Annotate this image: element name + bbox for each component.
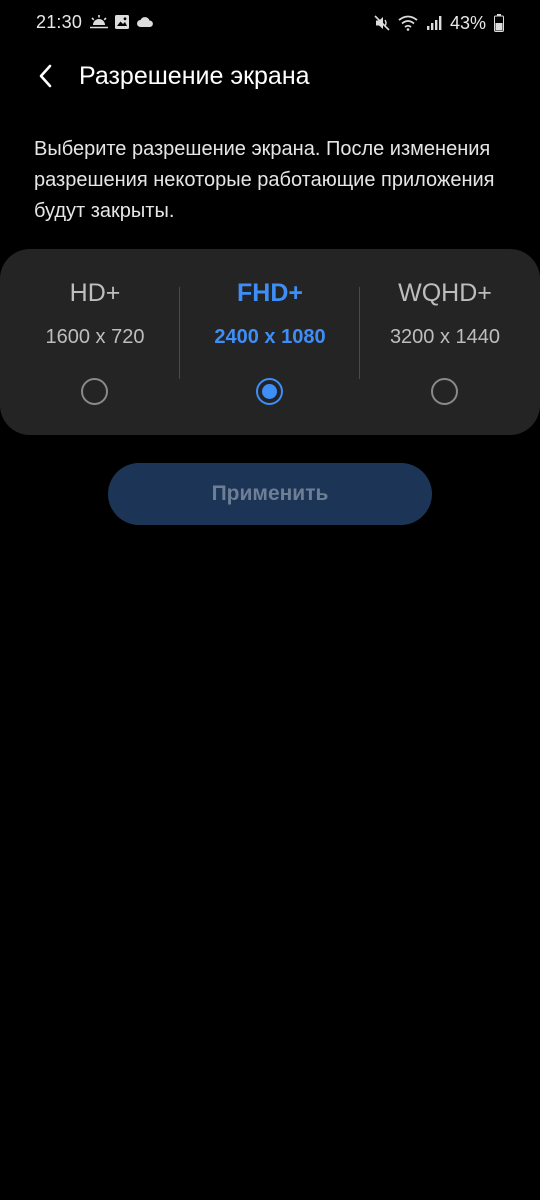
resolution-option-fhd[interactable]: FHD+ 2400 x 1080	[180, 249, 360, 435]
battery-percent: 43%	[449, 12, 486, 33]
option-name: HD+	[69, 279, 121, 307]
chevron-left-icon	[36, 63, 56, 94]
signal-icon	[426, 15, 442, 31]
status-time: 21:30	[36, 12, 83, 32]
option-resolution: 2400 x 1080	[214, 326, 326, 348]
notification-icons	[90, 12, 154, 32]
battery-icon	[494, 14, 504, 32]
radio-button-selected[interactable]	[256, 378, 283, 405]
apply-button-label: Применить	[211, 482, 329, 505]
apply-button[interactable]: Применить	[108, 463, 432, 525]
back-button[interactable]	[26, 58, 66, 98]
option-resolution: 1600 x 720	[45, 326, 145, 348]
option-resolution: 3200 x 1440	[389, 326, 501, 348]
resolution-option-wqhd[interactable]: WQHD+ 3200 x 1440	[355, 249, 535, 435]
radio-dot	[262, 384, 277, 399]
status-bar: 21:30 43%	[0, 0, 540, 46]
wifi-icon	[398, 15, 418, 31]
mute-icon	[374, 15, 390, 31]
page-title: Разрешение экрана	[79, 62, 310, 90]
radio-button[interactable]	[431, 378, 458, 405]
resolution-option-hd[interactable]: HD+ 1600 x 720	[5, 249, 185, 435]
system-status-icons: 43%	[374, 12, 504, 34]
description-text: Выберите разрешение экрана. После измене…	[34, 138, 495, 222]
option-name: FHD+	[237, 279, 303, 307]
option-name: WQHD+	[398, 279, 492, 307]
cloud-icon	[136, 15, 154, 29]
resolution-options-card: HD+ 1600 x 720 FHD+ 2400 x 1080 WQHD+ 32…	[0, 249, 540, 435]
app-bar: Разрешение экрана	[0, 46, 540, 110]
image-icon	[114, 14, 130, 30]
weather-sun-icon	[90, 14, 108, 30]
radio-button[interactable]	[81, 378, 108, 405]
